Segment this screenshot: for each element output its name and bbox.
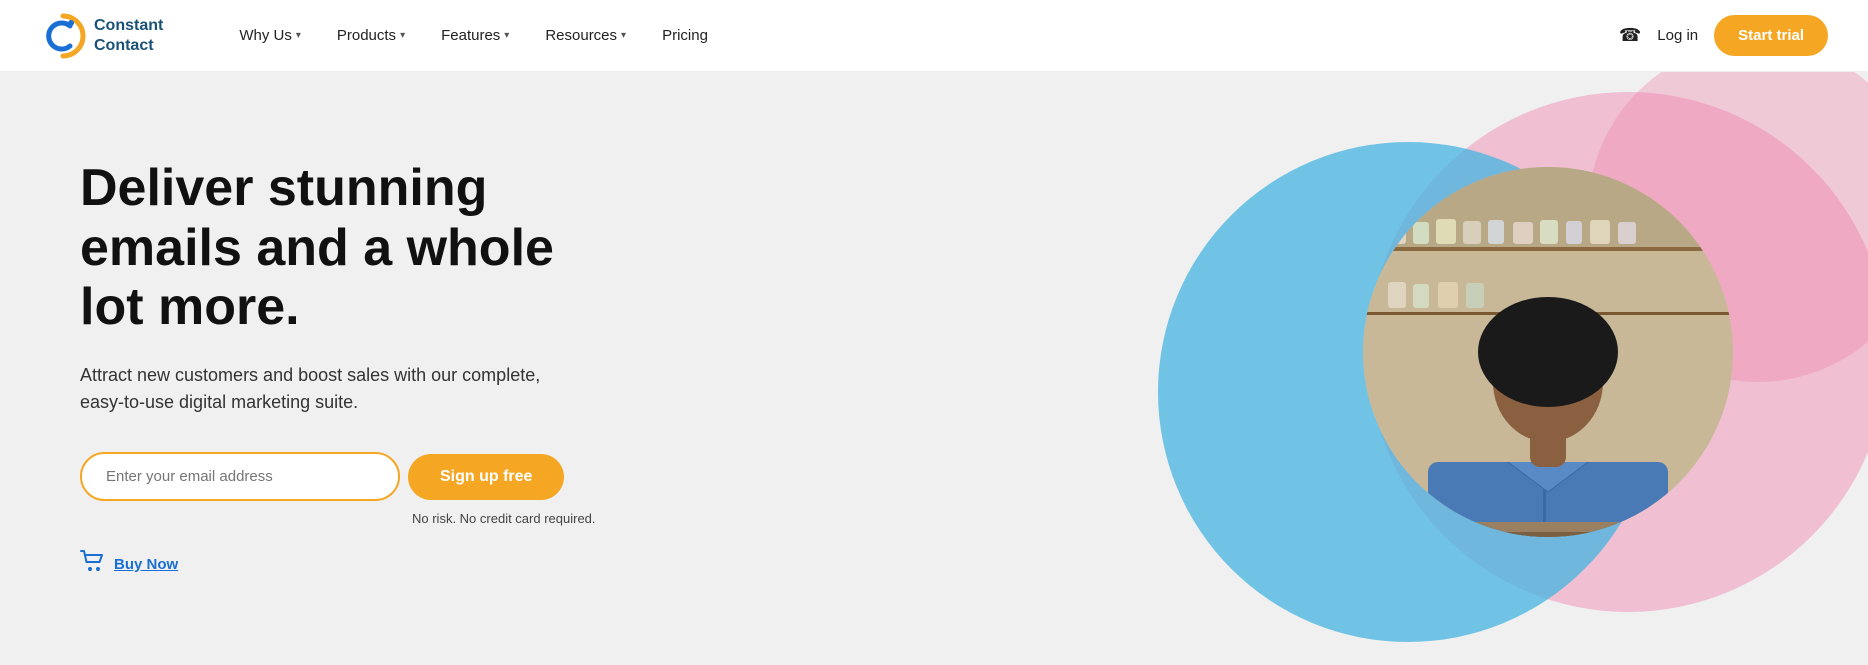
hero-visual <box>968 72 1868 665</box>
brand-name: Constant Contact <box>94 16 163 54</box>
email-form: Sign up free <box>80 452 600 501</box>
nav-links: Why Us ▾ Products ▾ Features ▾ Resources… <box>223 19 1619 52</box>
chevron-down-icon: ▾ <box>296 30 301 41</box>
nav-item-why-us[interactable]: Why Us ▾ <box>223 19 317 52</box>
buy-now-wrap: Buy Now <box>80 550 600 578</box>
nav-item-features[interactable]: Features ▾ <box>425 19 525 52</box>
chevron-down-icon: ▾ <box>504 30 509 41</box>
cart-icon <box>80 550 106 578</box>
start-trial-button[interactable]: Start trial <box>1714 15 1828 56</box>
phone-icon[interactable]: ☎ <box>1619 25 1641 46</box>
nav-item-resources[interactable]: Resources ▾ <box>529 19 642 52</box>
chevron-down-icon: ▾ <box>621 30 626 41</box>
signup-button[interactable]: Sign up free <box>408 454 564 500</box>
logo-link[interactable]: Constant Contact <box>40 13 163 59</box>
hero-subheadline: Attract new customers and boost sales wi… <box>80 362 560 416</box>
no-risk-text: No risk. No credit card required. <box>412 511 600 526</box>
navigation: Constant Contact Why Us ▾ Products ▾ Fea… <box>0 0 1868 72</box>
hero-headline: Deliver stunning emails and a whole lot … <box>80 159 600 338</box>
email-input[interactable] <box>80 452 400 501</box>
hero-content: Deliver stunning emails and a whole lot … <box>0 99 680 638</box>
chevron-down-icon: ▾ <box>400 30 405 41</box>
nav-item-pricing[interactable]: Pricing <box>646 19 724 52</box>
buy-now-link[interactable]: Buy Now <box>114 556 178 573</box>
nav-right: ☎ Log in Start trial <box>1619 15 1828 56</box>
nav-item-products[interactable]: Products ▾ <box>321 19 421 52</box>
hero-section: Deliver stunning emails and a whole lot … <box>0 72 1868 665</box>
login-link[interactable]: Log in <box>1657 27 1698 44</box>
